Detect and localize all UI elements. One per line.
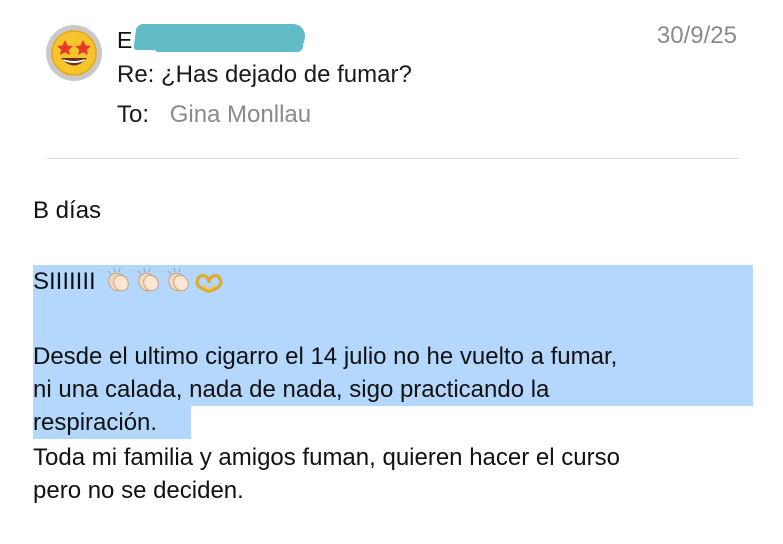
body-line-1: SIIIIIII [33, 266, 224, 302]
clapping-hands-icon [134, 267, 162, 302]
sender-initial: E [117, 27, 133, 53]
body-text: SIIIIIII [33, 268, 96, 295]
message-date: 30/9/25 [656, 22, 737, 49]
header-divider [47, 158, 739, 159]
sender-name[interactable]: E [117, 24, 307, 54]
greeting-text: B días [33, 197, 102, 224]
body-line-3: ni una calada, nada de nada, sigo practi… [33, 376, 550, 403]
recipient-name[interactable]: Gina Monllau [170, 101, 311, 128]
body-line-5: Toda mi familia y amigos fuman, quieren … [33, 444, 620, 471]
body-line-6: pero no se deciden. [33, 477, 244, 504]
redaction-mark [153, 40, 303, 52]
body-line-2: Desde el ultimo cigarro el 14 julio no h… [33, 343, 618, 370]
clapping-hands-icon [164, 267, 192, 302]
star-struck-emoji-icon [51, 30, 97, 76]
body-line-4: respiración. [33, 409, 158, 436]
to-label: To: [117, 101, 150, 128]
clapping-hands-icon [104, 267, 132, 302]
recipient-row: To: Gina Monllau [117, 101, 311, 129]
heart-hands-icon [194, 270, 224, 302]
message-subject: Re: ¿Has dejado de fumar? [117, 61, 412, 88]
sender-avatar [46, 25, 102, 81]
